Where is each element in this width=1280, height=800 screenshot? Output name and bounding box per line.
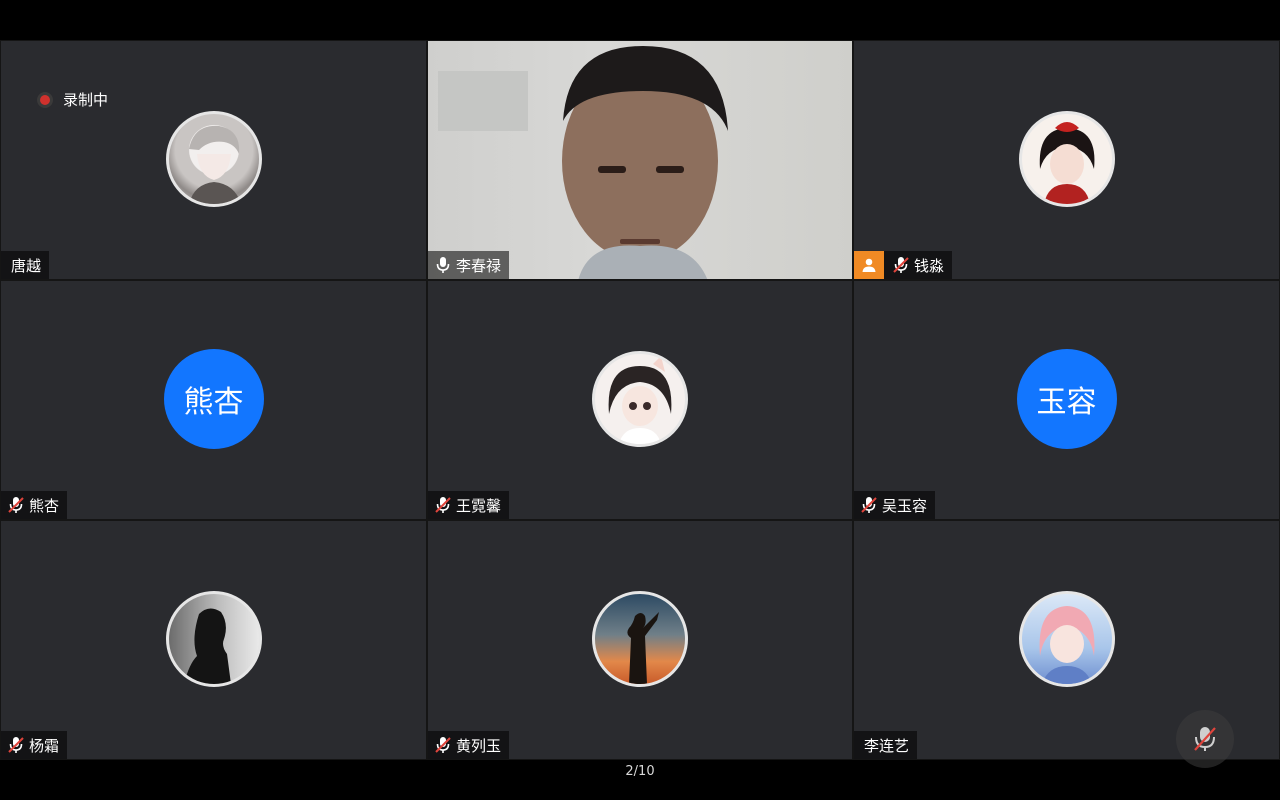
avatar (165, 111, 262, 207)
avatar (165, 591, 262, 687)
participant-tile-wu-yurong[interactable]: 玉容 吴玉容 (853, 280, 1280, 520)
participant-name-label: 熊杏 (1, 491, 68, 519)
page-indicator: 2/10 (625, 764, 655, 779)
participant-tile-wang-nixin[interactable]: 王霓馨 (427, 280, 853, 520)
participant-tile-qian-miao[interactable]: 钱淼 (853, 40, 1280, 280)
mic-muted-icon (893, 257, 909, 273)
recording-indicator: 录制中 (37, 89, 108, 110)
participant-tile-yang-shuang[interactable]: 杨霜 (0, 520, 427, 760)
avatar (1018, 591, 1115, 687)
mic-muted-icon (8, 497, 24, 513)
avatar-illustration-icon (1039, 122, 1094, 204)
host-person-icon (862, 258, 876, 272)
participant-name: 吴玉容 (882, 496, 928, 515)
recording-label: 录制中 (63, 91, 109, 109)
mute-toggle-button[interactable] (1176, 710, 1234, 768)
participant-name: 黄列玉 (456, 736, 502, 755)
host-badge (854, 251, 884, 279)
record-icon (37, 91, 53, 108)
avatar-illustration-icon (1039, 606, 1094, 684)
avatar (1018, 111, 1115, 207)
participant-name-label: 吴玉容 (854, 491, 936, 519)
participant-tile-li-chunlu[interactable]: 李春禄 (427, 40, 853, 280)
participant-name: 唐越 (11, 256, 42, 275)
participant-name-label: 李连艺 (854, 731, 918, 759)
avatar-initials: 熊杏 (163, 349, 264, 449)
participant-name: 李春禄 (456, 256, 502, 275)
video-feed (428, 41, 852, 279)
avatar (592, 351, 688, 447)
mic-muted-icon (435, 737, 451, 753)
participant-name: 李连艺 (864, 736, 910, 755)
participant-tile-tang-yue[interactable]: 录制中 唐越 (0, 40, 427, 280)
participant-name-label: 唐越 (1, 251, 50, 279)
mic-muted-icon (861, 497, 877, 513)
video-grid: 录制中 唐越 李春禄 钱淼 熊杏 熊杏 王霓馨 玉容 吴玉容 杨霜 黄列玉 李连… (0, 40, 1280, 760)
avatar-initials: 玉容 (1016, 349, 1117, 449)
participant-name-label: 杨霜 (1, 731, 68, 759)
avatar (592, 591, 688, 687)
participant-name: 王霓馨 (456, 496, 502, 515)
participant-name: 杨霜 (29, 736, 60, 755)
participant-name: 钱淼 (914, 256, 945, 275)
avatar-photo-icon (627, 612, 659, 684)
mic-icon (436, 257, 450, 273)
participant-tile-huang-lieyu[interactable]: 黄列玉 (427, 520, 853, 760)
participant-name-label: 王霓馨 (428, 491, 510, 519)
mic-muted-icon (435, 497, 451, 513)
participant-tile-xiong-xing[interactable]: 熊杏 熊杏 (0, 280, 427, 520)
participant-name-label: 黄列玉 (428, 731, 510, 759)
participant-name-label: 李春禄 (428, 251, 510, 279)
avatar-photo-icon (183, 608, 231, 684)
mic-muted-icon (8, 737, 24, 753)
mic-muted-icon (1194, 727, 1216, 751)
avatar-illustration-icon (608, 356, 672, 444)
participant-name: 熊杏 (29, 496, 60, 515)
avatar-illustration-icon (188, 125, 241, 204)
camera-person-video (438, 46, 728, 279)
participant-name-label: 钱淼 (854, 251, 953, 279)
